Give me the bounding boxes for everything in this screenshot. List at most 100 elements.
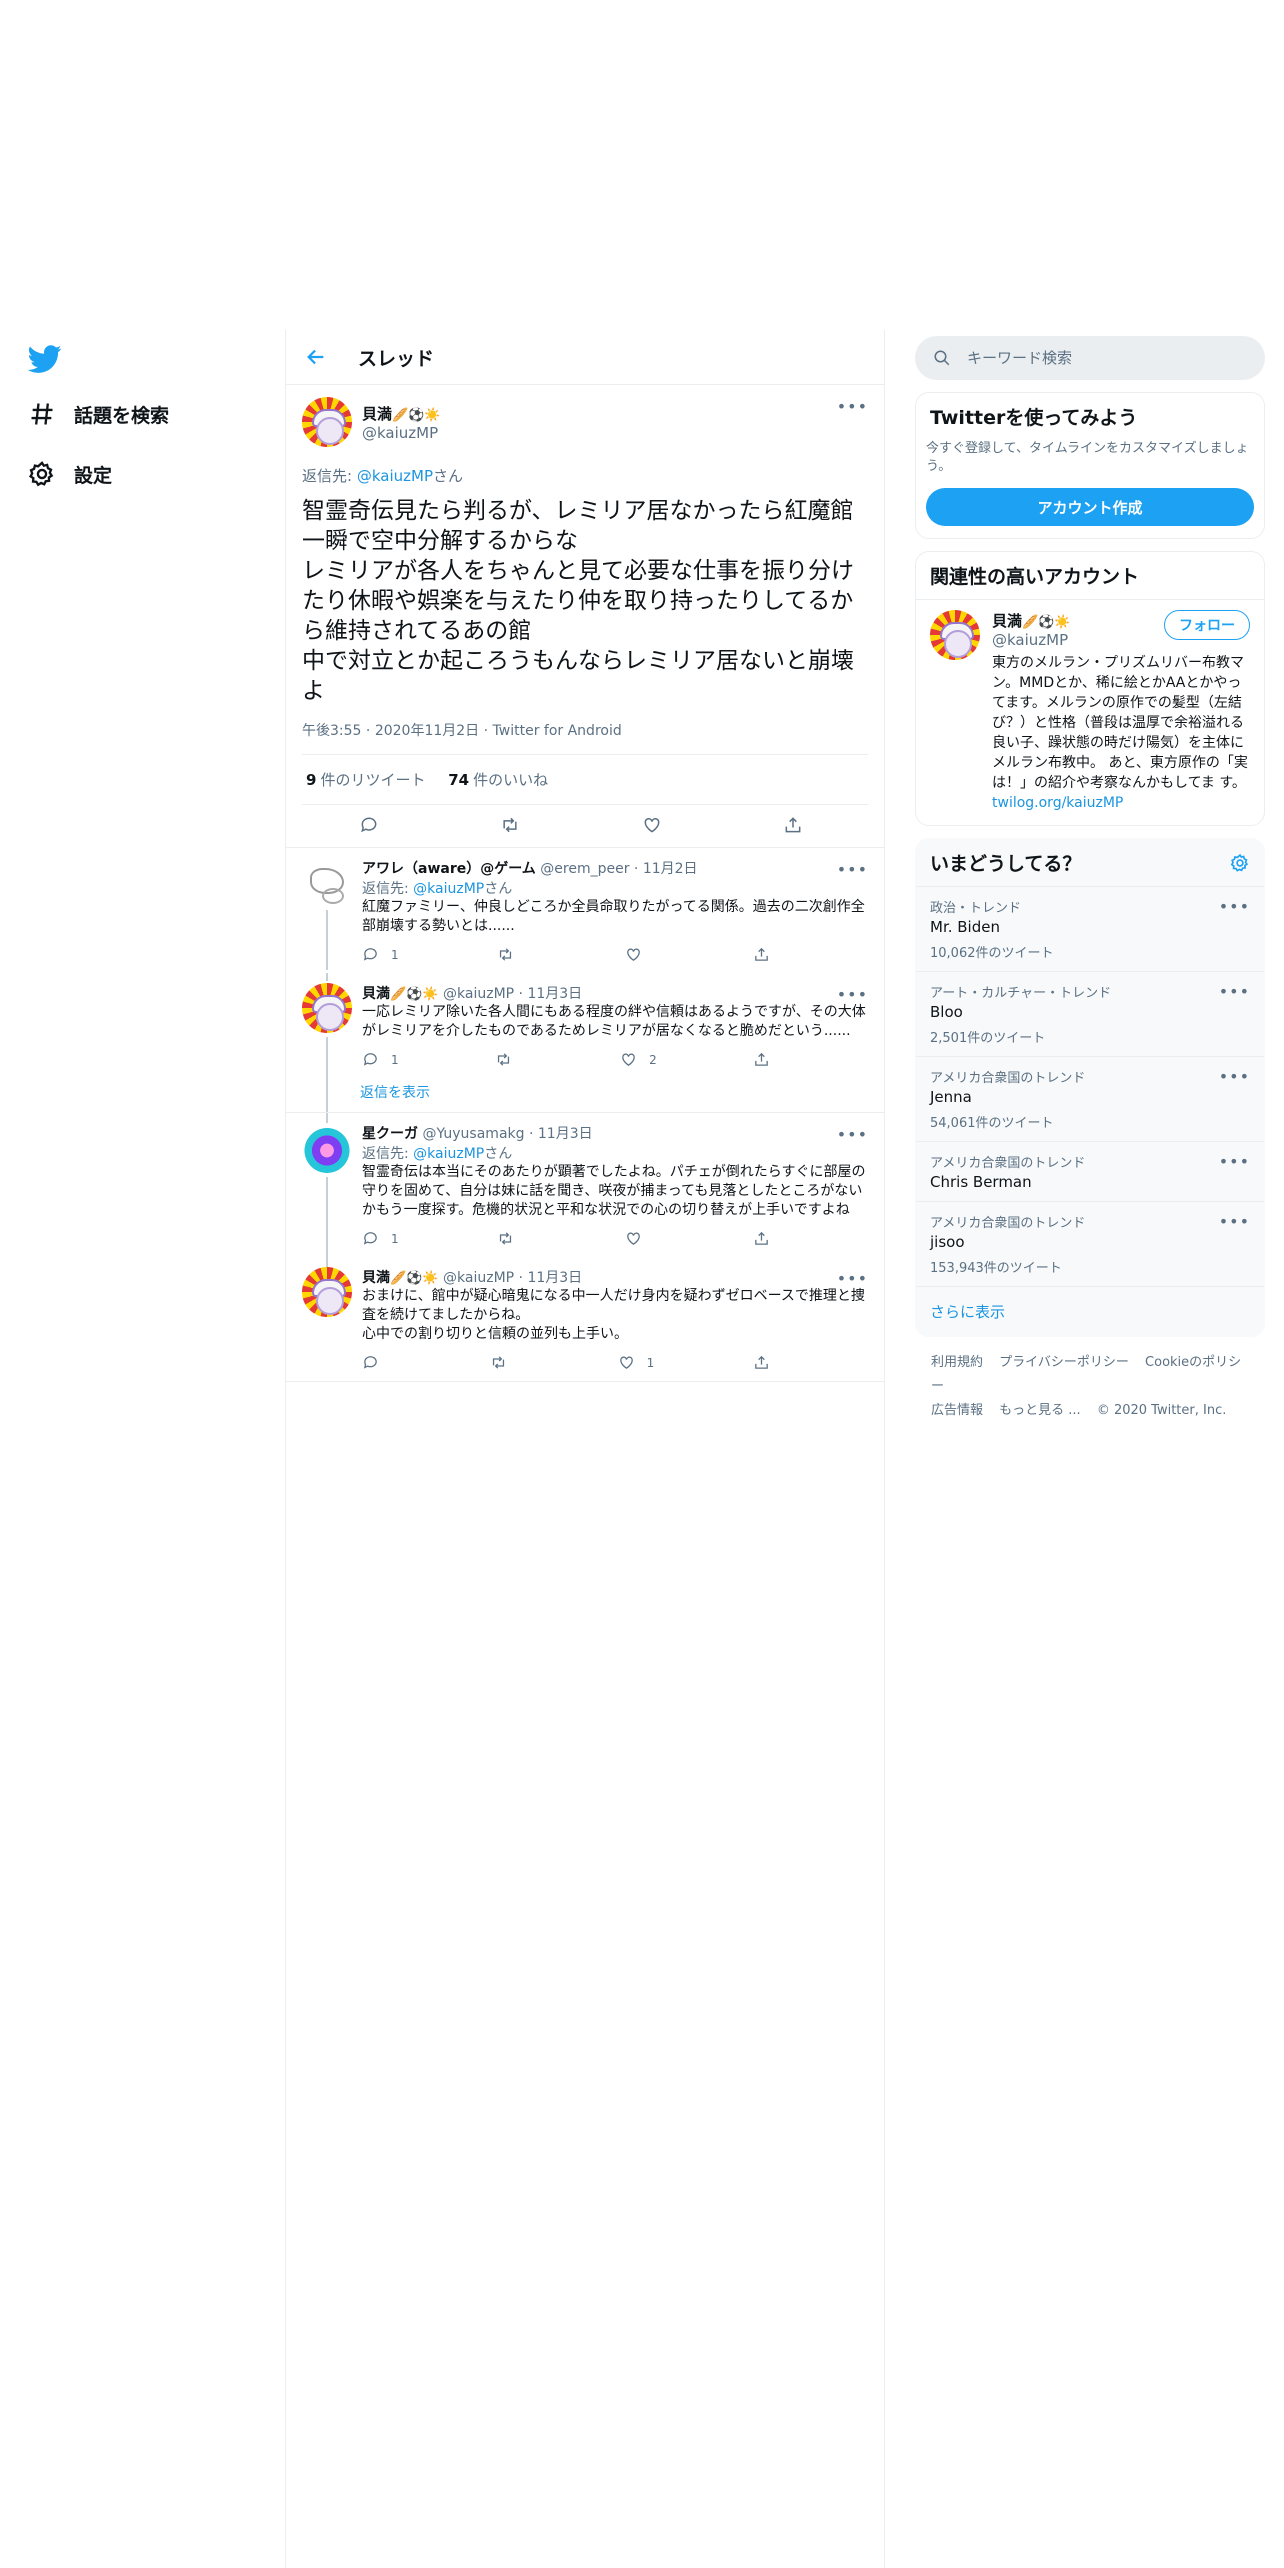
search-input[interactable] (965, 348, 1229, 368)
like-button[interactable]: 2 (620, 1051, 657, 1068)
retweet-button[interactable] (500, 815, 528, 835)
reply-to-link[interactable]: @kaiuzMP (413, 1146, 484, 1162)
retweets-stat[interactable]: 9 件のリツイート (306, 771, 425, 789)
footer-privacy[interactable]: プライバシーポリシー (999, 1355, 1129, 1370)
share-button[interactable] (783, 815, 811, 835)
footer-ads[interactable]: 広告情報 (931, 1403, 983, 1418)
like-button[interactable]: 1 (618, 1354, 654, 1371)
share-button[interactable] (753, 1230, 782, 1247)
likes-stat[interactable]: 74 件のいいね (448, 771, 548, 789)
tweet-actions: 1 (362, 1220, 782, 1257)
display-name[interactable]: 貝満 (362, 405, 392, 423)
user-handle[interactable]: @kaiuzMP (992, 631, 1071, 649)
footer: 利用規約 プライバシーポリシー Cookieのポリシー 広告情報 もっと見る .… (915, 1337, 1265, 1437)
reply-button[interactable] (359, 815, 387, 835)
related-account[interactable]: 貝満🥖⚽☀️ @kaiuzMP フォロー 東方のメルラン・プリズムリバー布教マン… (916, 600, 1264, 825)
footer-more[interactable]: もっと見る ... (999, 1403, 1081, 1418)
display-name[interactable]: 星クーガ (362, 1126, 418, 1142)
user-handle[interactable]: @kaiuzMP (443, 986, 514, 1002)
reply-tweet[interactable]: 貝満🥖⚽☀️ @kaiuzMP · 11月3日 おまけに、館中が疑心暗鬼になる中… (286, 1257, 884, 1382)
more-options-icon[interactable]: ••• (837, 397, 868, 416)
search-bar[interactable] (915, 336, 1265, 380)
trend-item[interactable]: アート・カルチャー・トレンド Bloo 2,501件のツイート ••• (916, 971, 1264, 1056)
retweet-button[interactable] (490, 1354, 519, 1371)
tweet-text: 一応レミリア除いた各人間にもある程度の絆や信頼はあるようですが、その大体がレミリ… (362, 1004, 866, 1039)
avatar[interactable] (302, 397, 352, 447)
retweet-icon (497, 1053, 509, 1066)
reply-button[interactable]: 1 (362, 1230, 399, 1247)
display-name[interactable]: 貝満 (362, 1270, 390, 1286)
avatar[interactable] (302, 1267, 352, 1317)
more-options-icon[interactable]: ••• (1219, 1152, 1250, 1171)
nav-explore[interactable]: 話題を検索 (28, 400, 169, 428)
more-options-icon[interactable]: ••• (837, 1269, 868, 1288)
tweet-time[interactable]: 11月3日 (527, 986, 582, 1002)
reply-to-link[interactable]: @kaiuzMP (413, 881, 484, 897)
more-options-icon[interactable]: ••• (1219, 897, 1250, 916)
tweet-time[interactable]: 午後3:55 (302, 723, 361, 739)
more-options-icon[interactable]: ••• (837, 1125, 868, 1144)
tweet-date[interactable]: 2020年11月2日 (375, 723, 479, 739)
display-name[interactable]: アワレ（aware）@ゲーム (362, 861, 536, 877)
bio-link[interactable]: twilog.org/kaiuzMP (992, 795, 1123, 811)
follow-button[interactable]: フォロー (1164, 610, 1250, 640)
more-options-icon[interactable]: ••• (1219, 1067, 1250, 1086)
display-name[interactable]: 貝満 (992, 612, 1022, 630)
retweet-button[interactable] (497, 1230, 526, 1247)
display-name[interactable]: 貝満 (362, 986, 390, 1002)
tweet-source[interactable]: Twitter for Android (493, 723, 622, 739)
tweet-actions (302, 805, 868, 847)
create-account-button[interactable]: アカウント作成 (926, 488, 1254, 526)
more-options-icon[interactable]: ••• (1219, 982, 1250, 1001)
share-button[interactable] (753, 1354, 782, 1371)
user-handle[interactable]: @erem_peer (540, 861, 629, 877)
reply-tweet[interactable]: 貝満🥖⚽☀️ @kaiuzMP · 11月3日 一応レミリア除いた各人間にもある… (286, 973, 884, 1123)
retweet-button[interactable] (495, 1051, 524, 1068)
tweet-actions: 1 2 (362, 1041, 782, 1078)
more-options-icon[interactable]: ••• (837, 860, 868, 879)
user-handle[interactable]: @kaiuzMP (443, 1270, 514, 1286)
more-options-icon[interactable]: ••• (837, 985, 868, 1004)
show-replies-link[interactable]: 返信を表示 (286, 1078, 884, 1113)
tweet-time[interactable]: 11月2日 (643, 861, 698, 877)
avatar[interactable] (302, 858, 352, 908)
avatar[interactable] (930, 610, 980, 660)
trend-item[interactable]: アメリカ合衆国のトレンド jisoo 153,943件のツイート ••• (916, 1201, 1264, 1286)
user-handle[interactable]: @Yuyusamakg (422, 1126, 524, 1142)
trend-item[interactable]: アメリカ合衆国のトレンド Jenna 54,061件のツイート ••• (916, 1056, 1264, 1141)
share-button[interactable] (753, 1051, 782, 1068)
reply-tweet[interactable]: アワレ（aware）@ゲーム @erem_peer · 11月2日 返信先: @… (286, 848, 884, 973)
twitter-bird-icon[interactable] (28, 342, 62, 376)
more-options-icon[interactable]: ••• (1219, 1212, 1250, 1231)
user-handle[interactable]: @kaiuzMP (362, 424, 441, 442)
reply-to-link[interactable]: @kaiuzMP (357, 467, 433, 485)
share-button[interactable] (753, 946, 782, 963)
nav-settings[interactable]: 設定 (28, 460, 112, 488)
like-button[interactable] (642, 815, 670, 835)
like-button[interactable] (625, 1230, 654, 1247)
hashtag-icon (31, 403, 53, 425)
avatar[interactable] (302, 983, 352, 1033)
trend-item[interactable]: 政治・トレンド Mr. Biden 10,062件のツイート ••• (916, 886, 1264, 971)
footer-terms[interactable]: 利用規約 (931, 1355, 983, 1370)
tweet-time[interactable]: 11月3日 (538, 1126, 593, 1142)
avatar[interactable] (302, 1123, 352, 1173)
settings-gear-icon[interactable] (1230, 853, 1250, 873)
back-button[interactable] (302, 343, 330, 371)
reply-button[interactable]: 1 (362, 946, 399, 963)
tweet-time[interactable]: 11月3日 (527, 1270, 582, 1286)
reply-button[interactable] (362, 1354, 391, 1371)
show-more-link[interactable]: さらに表示 (916, 1286, 1264, 1336)
signup-title: Twitterを使ってみよう (930, 407, 1138, 429)
reply-button[interactable]: 1 (362, 1051, 399, 1068)
related-title: 関連性の高いアカウント (916, 552, 1264, 600)
trend-item[interactable]: アメリカ合衆国のトレンド Chris Berman ••• (916, 1141, 1264, 1201)
reply-tweet[interactable]: 星クーガ @Yuyusamakg · 11月3日 返信先: @kaiuzMPさん… (286, 1113, 884, 1283)
retweet-button[interactable] (497, 946, 526, 963)
heart-icon (619, 1356, 633, 1369)
nav-explore-label: 話題を検索 (74, 404, 170, 427)
tweet-actions: 1 (362, 936, 782, 973)
reply-icon (360, 817, 377, 833)
like-button[interactable] (625, 946, 654, 963)
back-arrow-icon (307, 349, 324, 365)
